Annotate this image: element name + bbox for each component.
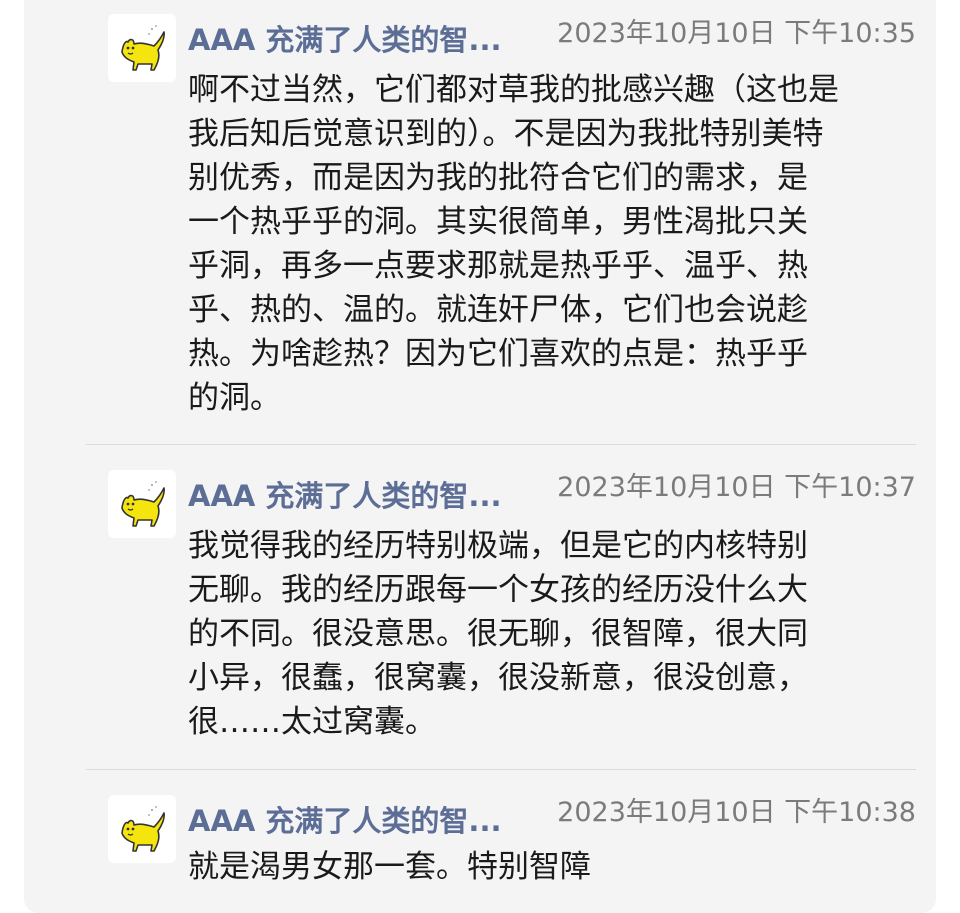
message-text: 啊不过当然，它们都对草我的批感兴趣（这也是 我后知后觉意识到的）。不是因为我批特… [188, 72, 839, 416]
sender-name[interactable]: AAA 充满了人类的智... [188, 478, 548, 514]
sender-name[interactable]: AAA 充满了人类的智... [188, 22, 548, 58]
yellow-cat-icon [121, 25, 165, 71]
yellow-cat-icon [121, 806, 165, 852]
message-timestamp: 2023年10月10日 下午10:38 [557, 797, 916, 828]
message-timestamp: 2023年10月10日 下午10:35 [557, 18, 916, 49]
message-timestamp: 2023年10月10日 下午10:37 [557, 472, 916, 503]
message-list: AAA 充满了人类的智... 2023年10月10日 下午10:35 啊不过当然… [24, 0, 936, 913]
message-text: 就是渴男女那一套。特别智障 [188, 849, 591, 885]
message-text: 我觉得我的经历特别极端，但是它的内核特别 无聊。我的经历跟每一个女孩的经历没什么… [188, 528, 808, 740]
avatar[interactable] [108, 470, 176, 538]
avatar[interactable] [108, 795, 176, 863]
avatar[interactable] [108, 14, 176, 82]
yellow-cat-icon [121, 481, 165, 527]
message-divider [86, 769, 916, 770]
sender-name[interactable]: AAA 充满了人类的智... [188, 803, 548, 839]
message-divider [86, 444, 916, 445]
